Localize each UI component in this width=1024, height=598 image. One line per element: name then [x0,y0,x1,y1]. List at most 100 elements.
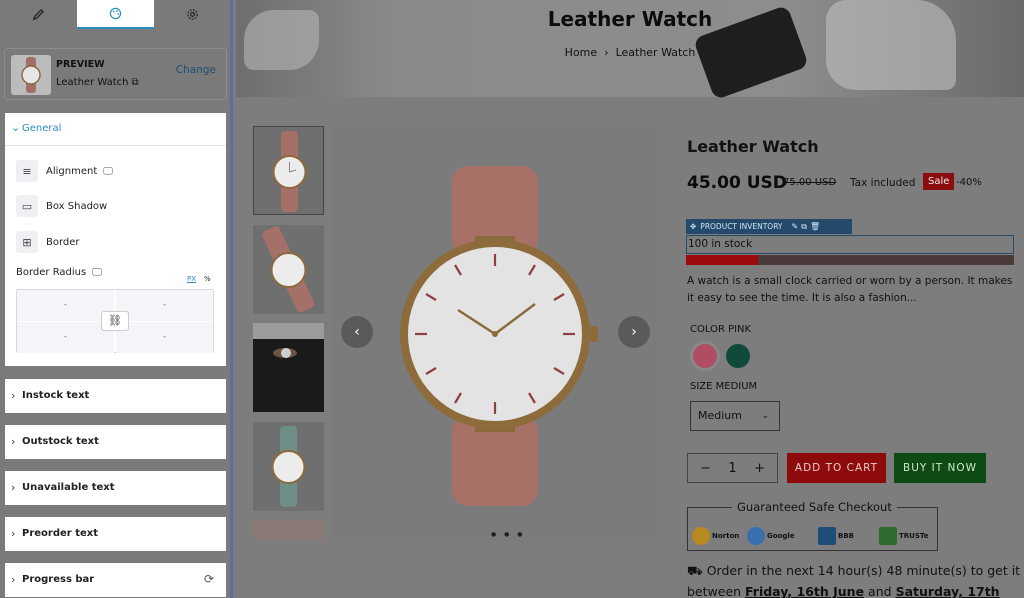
breadcrumb-home[interactable]: Home [565,46,597,59]
desktop-icon[interactable]: 🖵 [103,166,113,177]
tax-note: Tax included [850,177,916,189]
stock-text[interactable]: 100 in stock [686,235,1014,254]
google-badge-label: Google [767,532,795,540]
chevron-right-icon: › [11,389,16,402]
norton-badge-label: Norton [712,532,740,540]
border-radius-label: Border Radius 🖵 [16,267,102,278]
external-link-icon[interactable]: ⧉ [132,77,139,88]
link-icon[interactable]: ⛓ [101,311,129,331]
previous-image-button[interactable]: ‹ [341,316,373,348]
discount-percent: -40% [956,177,982,188]
border-radius-text: Border Radius [16,267,87,278]
page-title: Leather Watch [547,7,713,31]
gear-icon [187,9,198,20]
product-inventory-toolbar[interactable]: ✥ PRODUCT INVENTORY ✎⧉🗑 [686,219,852,234]
change-button[interactable]: Change [176,64,216,76]
general-section-header[interactable]: ⌄ General [5,113,226,146]
store-preview: Leather Watch Home › Leather Watch ‹ › ●… [236,0,1024,598]
general-label: General [22,123,62,134]
buy-now-button[interactable]: BUY IT NOW [894,453,986,483]
add-to-cart-button[interactable]: ADD TO CART [787,453,886,483]
radius-top-right-input[interactable]: - [116,290,213,321]
box-shadow-option[interactable]: ▭ Box Shadow [16,194,107,218]
gallery-thumbnail[interactable] [253,422,324,511]
breadcrumb: Home › Leather Watch [236,46,1024,59]
hero-banner: Leather Watch Home › Leather Watch [236,0,1024,101]
truck-icon: ⛟ [687,563,703,578]
truste-badge: TRUSTe [879,525,928,547]
stock-progress-bar [686,255,1014,265]
truste-logo-icon [879,527,897,545]
delivery-date-end: Saturday, 17th [895,584,1000,598]
increase-quantity-button[interactable]: + [754,461,765,476]
color-option-label: COLOR PINK [690,324,752,335]
quantity-value[interactable]: 1 [728,461,736,476]
truste-badge-label: TRUSTe [899,532,929,540]
tab-edit[interactable] [0,0,77,29]
norton-badge: Norton [692,525,739,547]
size-select-value: Medium [698,409,742,422]
delivery-date-start: Friday, 16th June [745,584,865,598]
preview-thumbnail [11,55,51,95]
border-label: Border [46,236,80,248]
delete-icon[interactable]: 🗑 [810,222,823,231]
tab-settings[interactable] [154,0,231,29]
border-radius-inputs: - - - - ⛓ [16,289,214,353]
unit-px-toggle[interactable]: PX [187,275,196,283]
box-shadow-icon: ▭ [16,195,38,217]
google-badge: Google [747,525,795,547]
gallery-thumbnail[interactable] [253,225,324,314]
move-icon[interactable]: ✥ [690,222,696,231]
unavailable-text-section[interactable]: › Unavailable text [5,471,226,505]
instock-text-section[interactable]: › Instock text [5,379,226,413]
instock-text-label: Instock text [22,390,90,401]
radius-bottom-left-input[interactable]: - [17,322,114,353]
breadcrumb-separator-icon: › [600,46,613,59]
box-shadow-label: Box Shadow [46,200,108,212]
duplicate-icon[interactable]: ⧉ [801,222,810,231]
border-option[interactable]: ⊞ Border [16,230,80,254]
chevron-down-icon: ⌄ [761,411,769,421]
next-image-button[interactable]: › [618,316,650,348]
radius-bottom-right-input[interactable]: - [116,322,213,353]
gallery-thumbnail[interactable] [253,520,324,540]
color-swatch-pink[interactable] [693,344,717,368]
edit-icon[interactable]: ✎ [792,222,802,231]
inventory-block-label: PRODUCT INVENTORY [700,222,783,231]
chevron-right-icon: › [11,481,16,494]
guarantee-title: Guaranteed Safe Checkout [732,500,897,514]
progress-bar-section[interactable]: › Progress bar ⟳ [5,563,226,597]
preview-product-label: Leather Watch [56,77,129,88]
gallery-thumbnail[interactable] [253,323,324,412]
main-product-image[interactable] [332,126,658,542]
preorder-text-section[interactable]: › Preorder text [5,517,226,551]
color-swatch-green[interactable] [726,344,750,368]
alignment-label: Alignment [46,165,98,177]
block-tools: ✎⧉🗑 [792,222,824,232]
tab-style[interactable] [77,0,154,29]
radius-top-left-input[interactable]: - [17,290,114,321]
compare-price: 75.00 USD [783,177,837,188]
decrease-quantity-button[interactable]: − [700,461,711,476]
size-select[interactable]: Medium ⌄ [690,401,780,431]
preview-card: PREVIEW Leather Watch ⧉ Change [4,48,227,100]
editor-tabs [0,0,233,31]
bbb-logo-icon [818,527,836,545]
sale-badge: Sale [923,173,955,190]
carousel-dots[interactable]: ● ● ● [491,531,526,538]
product-title: Leather Watch [687,137,819,156]
preorder-text-label: Preorder text [22,528,98,539]
preview-title: PREVIEW [56,59,105,70]
gallery-thumbnail[interactable] [253,126,324,215]
google-check-icon [747,527,765,545]
unit-percent-toggle[interactable]: % [204,275,211,283]
alignment-option[interactable]: ≡ Alignment 🖵 [16,159,113,183]
product-price: 45.00 USD [687,173,787,193]
stock-progress-fill [686,255,759,265]
unavailable-text-label: Unavailable text [22,482,115,493]
align-left-icon: ≡ [16,160,38,182]
outstock-text-section[interactable]: › Outstock text [5,425,226,459]
desktop-icon[interactable]: 🖵 [92,267,102,278]
bbb-badge-label: BBB [838,532,855,540]
refresh-icon[interactable]: ⟳ [204,572,214,586]
